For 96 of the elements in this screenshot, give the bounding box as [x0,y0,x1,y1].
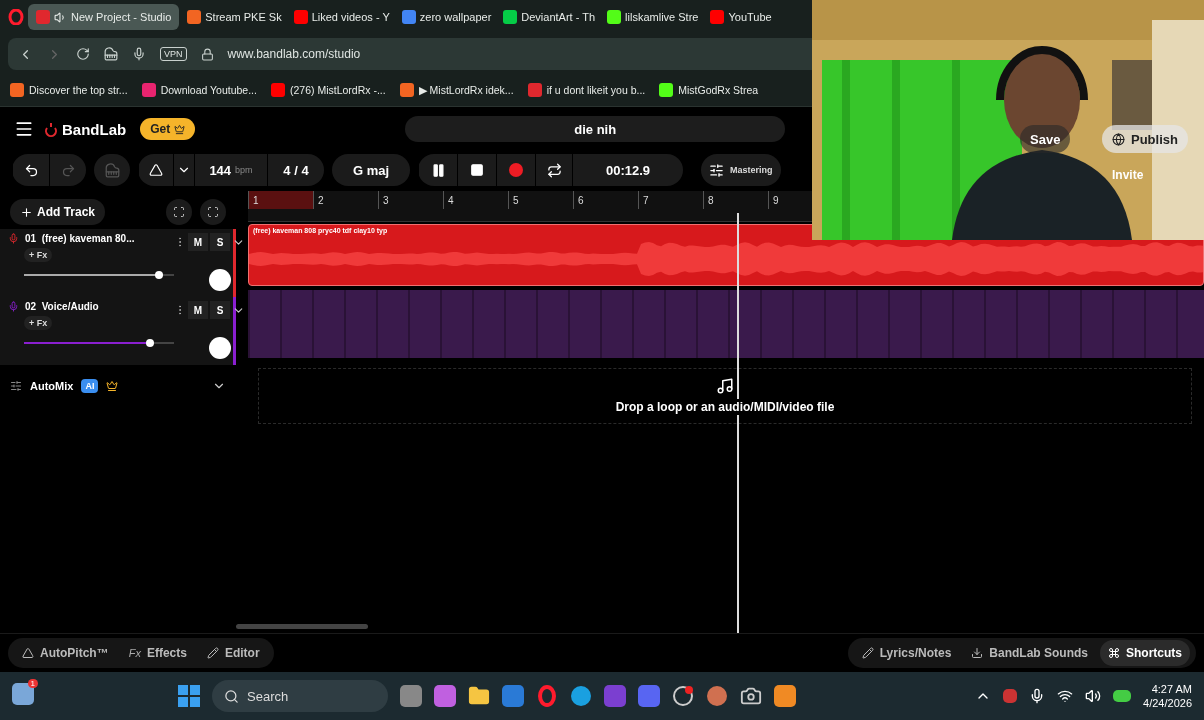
camera-icon[interactable] [740,685,762,707]
wifi-icon[interactable] [1057,688,1074,704]
bar-number: 3 [378,191,443,209]
folder-icon[interactable] [468,685,490,707]
plus-icon [20,205,33,219]
slider-thumb[interactable] [155,271,163,279]
fx-button[interactable]: + Fx [24,248,53,262]
loop-icon[interactable] [546,162,562,178]
autopitch-button[interactable]: AutoPitch™ [14,640,117,666]
browser-tab[interactable]: zero wallpaper [397,4,496,30]
notification-badge: 1 [27,679,38,688]
time-signature-field[interactable]: 4 / 4 [267,154,324,186]
project-title-field[interactable]: die nih [405,116,786,142]
bar-number: 5 [508,191,573,209]
bar-number: 6 [573,191,638,209]
frame-icon[interactable] [173,206,185,218]
tray-icon[interactable] [1003,689,1018,703]
microphone-icon [8,233,19,244]
bar-number: 7 [638,191,703,209]
globe-icon [1112,132,1125,146]
shortcuts-button[interactable]: Shortcuts [1100,640,1190,666]
reload-icon[interactable] [76,47,90,61]
time-text: 4:27 AM [1151,683,1192,695]
browser-logo-icon[interactable] [536,685,558,707]
volume-icon[interactable] [1085,688,1102,704]
bookmark[interactable]: (276) MistLordRx -... [270,83,386,97]
bookmark[interactable]: MistGodRx Strea [659,83,759,97]
brand-logo: BandLab [44,120,127,138]
ai-badge: AI [81,379,99,393]
add-track-button[interactable]: Add Track [10,199,106,225]
speaker-icon [54,10,67,24]
get-button[interactable]: Get [140,118,196,140]
browser-tab[interactable]: Stream PKE Sk [183,4,286,30]
editor-button[interactable]: Editor [198,640,268,666]
crown-icon [174,123,186,135]
save-button[interactable]: Save [1020,125,1071,153]
microphone-icon [8,301,19,312]
browser-tab[interactable]: New Project - Studio [28,4,180,30]
lock-icon [200,47,214,61]
vpn-badge[interactable]: VPN [160,47,187,61]
fx-button[interactable]: + Fx [24,316,53,330]
music-note-icon [716,377,734,395]
date-text: 4/24/2026 [1143,697,1192,709]
battery-icon[interactable] [1113,690,1132,702]
sounds-button[interactable]: BandLab Sounds [963,640,1096,666]
automix-label: AutoMix [30,380,74,392]
pause-icon[interactable] [430,162,446,178]
publish-button[interactable]: Publish [1102,125,1188,153]
logo-icon [44,121,58,137]
address-field[interactable]: www.bandlab.com/studio [227,47,361,61]
browser-tab[interactable]: YouTube [706,4,776,30]
browser-tab[interactable]: DeviantArt - Th [499,4,600,30]
track-name: 02 Voice/Audio [25,301,99,312]
effects-button[interactable]: Fx Effects [120,640,195,666]
mute-button[interactable]: M [188,301,208,319]
browser-tab[interactable]: Liked videos - Y [289,4,394,30]
bookmark[interactable]: if u dont likeit you b... [527,83,646,97]
track-name: 01 (free) kaveman 80... [25,233,135,244]
stop-icon[interactable] [470,163,484,177]
solo-button[interactable]: S [210,301,230,319]
windows-logo-icon[interactable] [178,685,200,707]
browser-logo-icon[interactable] [8,9,24,25]
key-field[interactable]: G maj [332,154,410,186]
bookmark[interactable]: Discover the top str... [10,83,128,97]
bar-number: 8 [703,191,768,209]
bar-number: 4 [443,191,508,209]
lyrics-button[interactable]: Lyrics/Notes [853,640,960,666]
taskbar-search[interactable]: Search [212,680,388,712]
microphone-icon[interactable] [132,47,146,61]
bookmark[interactable]: Download Youtube... [141,83,257,97]
pan-knob[interactable] [209,337,231,359]
time-display: 00:12.9 [572,154,683,186]
automix-icon [10,380,22,392]
tempo-field[interactable]: 144 bpm [194,154,267,186]
pen-icon [861,647,874,659]
command-icon [1108,647,1120,659]
clock[interactable]: 4:27 AM 4/24/2026 [1143,683,1192,709]
menu-icon[interactable] [14,119,34,139]
bar-number: 2 [313,191,378,209]
scrollbar[interactable] [236,624,368,629]
mixer-icon[interactable] [709,162,724,178]
mastering-label[interactable]: Mastering [730,165,773,175]
mute-button[interactable]: M [188,233,208,251]
browser-tab[interactable]: lilskamlive Stre [603,4,703,30]
bookmark[interactable]: ▶ MistLordRx idek... [399,83,514,97]
fx-label: Fx [128,647,141,659]
record-icon[interactable] [509,163,523,177]
pan-knob[interactable] [209,269,231,291]
frame-icon[interactable] [207,206,219,218]
undo-icon[interactable] [23,162,39,178]
bar-number: 1 [248,191,313,209]
search-icon [224,688,239,704]
solo-button[interactable]: S [210,233,230,251]
pencil-icon [206,647,219,659]
crown-icon [106,380,119,392]
slider-thumb[interactable] [146,339,154,347]
